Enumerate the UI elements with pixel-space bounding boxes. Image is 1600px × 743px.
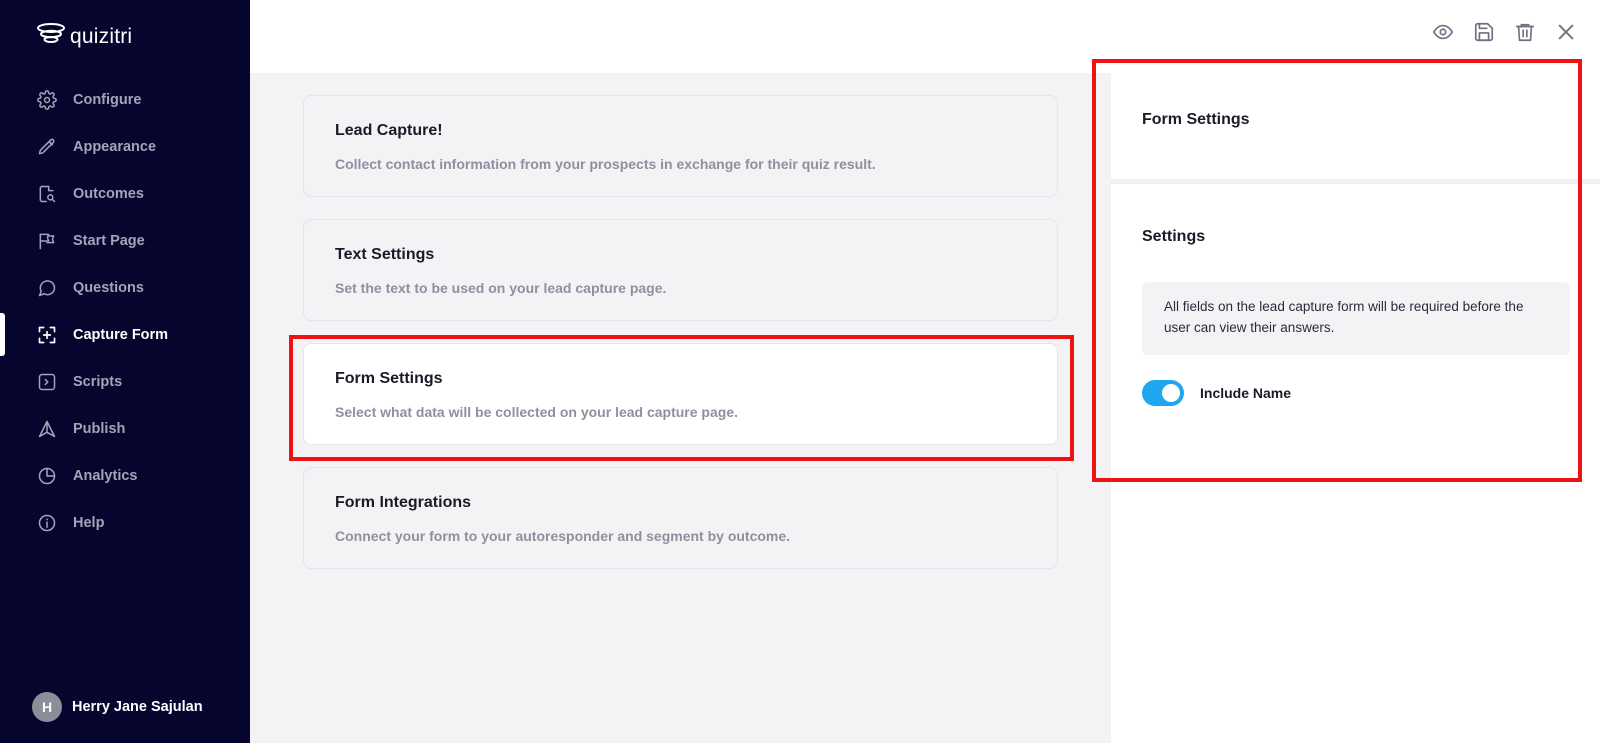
card-title: Form Settings — [335, 370, 443, 387]
info-icon — [36, 512, 58, 534]
card-description: Collect contact information from your pr… — [335, 156, 876, 172]
app-logo[interactable]: quizitri — [36, 22, 132, 51]
sidebar-item-appearance[interactable]: Appearance — [0, 123, 250, 170]
card-title: Text Settings — [335, 246, 435, 263]
preview-button[interactable] — [1431, 22, 1455, 46]
include-name-row: Include Name — [1142, 380, 1291, 406]
eye-icon — [1432, 21, 1454, 48]
logo-text: quizitri — [70, 24, 133, 48]
trash-icon — [1514, 21, 1536, 48]
pie-chart-icon — [36, 465, 58, 487]
top-bar — [250, 0, 1600, 73]
card-description: Connect your form to your autoresponder … — [335, 528, 791, 544]
section-title: Settings — [1142, 228, 1206, 245]
delete-button[interactable] — [1513, 22, 1537, 46]
sidebar: quizitri Configure Appearance Outcomes S… — [0, 0, 250, 743]
save-button[interactable] — [1472, 22, 1496, 46]
sidebar-item-questions[interactable]: Questions — [0, 264, 250, 311]
card-form-integrations[interactable]: Form Integrations Connect your form to y… — [303, 467, 1058, 569]
sidebar-item-outcomes[interactable]: Outcomes — [0, 170, 250, 217]
sidebar-item-capture-form[interactable]: Capture Form — [0, 311, 250, 358]
document-search-icon — [36, 183, 58, 205]
panel-title: Form Settings — [1142, 111, 1250, 128]
sidebar-item-label: Analytics — [73, 467, 138, 484]
card-title: Lead Capture! — [335, 122, 443, 139]
sidebar-item-configure[interactable]: Configure — [0, 76, 250, 123]
pencil-icon — [36, 136, 58, 158]
logo-icon — [36, 22, 66, 51]
required-fields-notice: All fields on the lead capture form will… — [1142, 282, 1570, 355]
capture-icon — [36, 324, 58, 346]
rocket-icon — [36, 418, 58, 440]
sidebar-item-label: Help — [73, 514, 105, 531]
panel-header: Form Settings — [1111, 73, 1600, 184]
sidebar-item-publish[interactable]: Publish — [0, 405, 250, 452]
sidebar-item-start-page[interactable]: Start Page — [0, 217, 250, 264]
sidebar-item-label: Scripts — [73, 373, 123, 390]
sidebar-item-label: Outcomes — [73, 185, 144, 202]
card-title: Form Integrations — [335, 494, 472, 511]
sidebar-item-label: Appearance — [73, 138, 157, 155]
toggle-knob — [1162, 384, 1180, 402]
save-icon — [1473, 21, 1495, 48]
sidebar-item-analytics[interactable]: Analytics — [0, 452, 250, 499]
sidebar-item-label: Capture Form — [73, 326, 169, 343]
avatar: H — [32, 692, 62, 722]
user-profile[interactable]: H Herry Jane Sajulan — [32, 692, 203, 722]
card-form-settings[interactable]: Form Settings Select what data will be c… — [303, 343, 1058, 445]
flag-icon — [36, 230, 58, 252]
terminal-icon — [36, 371, 58, 393]
sidebar-item-label: Start Page — [73, 232, 145, 249]
sidebar-item-label: Configure — [73, 91, 142, 108]
user-name: Herry Jane Sajulan — [72, 699, 203, 715]
close-button[interactable] — [1554, 22, 1578, 46]
sidebar-item-label: Questions — [73, 279, 144, 296]
chat-bubble-icon — [36, 277, 58, 299]
close-icon — [1555, 21, 1577, 48]
include-name-toggle[interactable] — [1142, 380, 1184, 406]
card-description: Select what data will be collected on yo… — [335, 404, 738, 420]
toolbar-actions — [1431, 22, 1578, 46]
sidebar-nav: Configure Appearance Outcomes Start Page… — [0, 76, 250, 546]
sidebar-item-scripts[interactable]: Scripts — [0, 358, 250, 405]
settings-panel: Form Settings Settings All fields on the… — [1111, 73, 1600, 743]
card-description: Set the text to be used on your lead cap… — [335, 280, 667, 296]
include-name-label: Include Name — [1200, 385, 1292, 401]
capture-form-sections: Lead Capture! Collect contact informatio… — [303, 95, 1058, 591]
card-text-settings[interactable]: Text Settings Set the text to be used on… — [303, 219, 1058, 321]
sidebar-item-label: Publish — [73, 420, 126, 437]
sidebar-item-help[interactable]: Help — [0, 499, 250, 546]
gear-icon — [36, 89, 58, 111]
card-lead-capture[interactable]: Lead Capture! Collect contact informatio… — [303, 95, 1058, 197]
